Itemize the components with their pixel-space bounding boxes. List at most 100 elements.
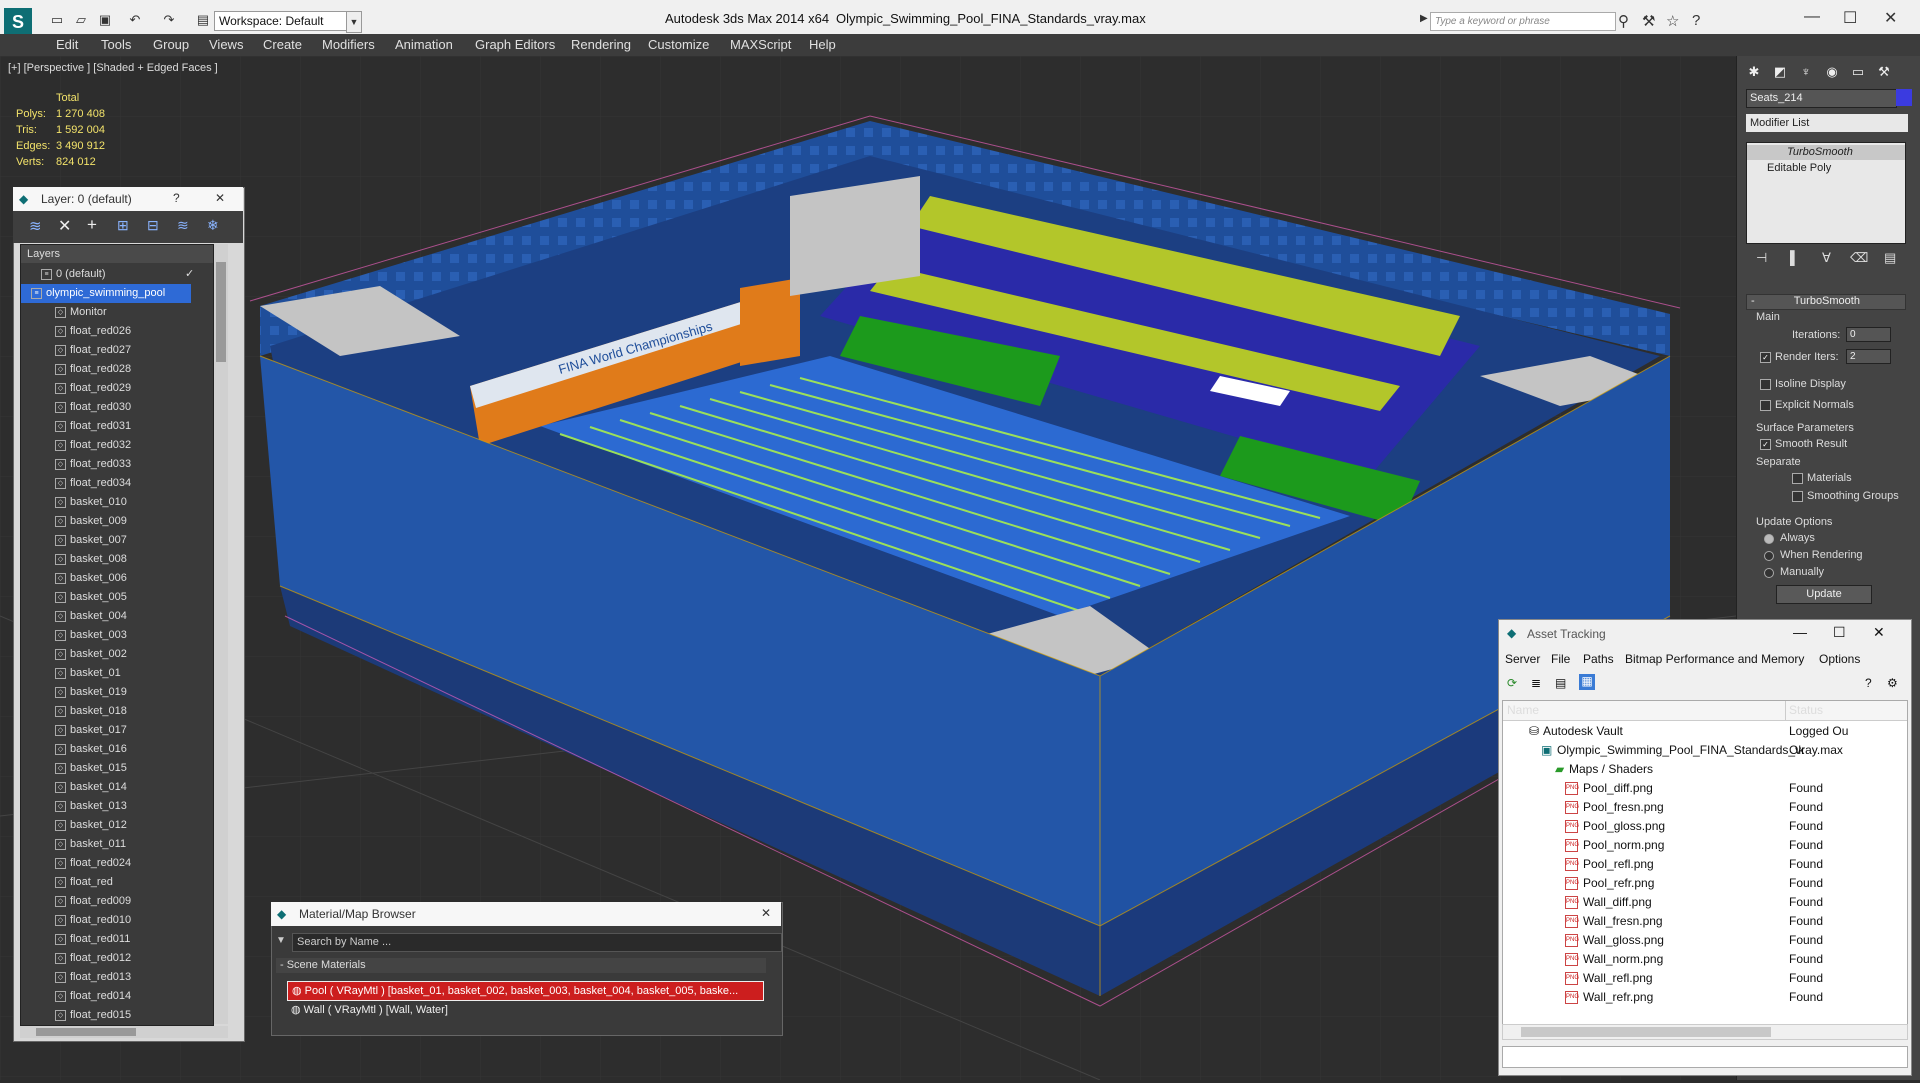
layer-object-row[interactable]: ◇ basket_017 bbox=[21, 721, 213, 740]
explicit-normals-checkbox[interactable] bbox=[1760, 400, 1771, 411]
help-icon[interactable]: ? bbox=[1865, 676, 1872, 690]
layer-object-row[interactable]: ◇ basket_009 bbox=[21, 512, 213, 531]
help-icon[interactable]: ? bbox=[173, 191, 180, 205]
menu-edit[interactable]: Edit bbox=[56, 37, 78, 52]
menu-rendering[interactable]: Rendering bbox=[571, 37, 631, 52]
isoline-checkbox[interactable] bbox=[1760, 379, 1771, 390]
asset-row-vault[interactable]: ⛁ Autodesk Vault Logged Ou bbox=[1503, 722, 1907, 741]
layers-column-header[interactable]: Layers bbox=[21, 245, 213, 263]
asset-row-file[interactable]: PNG Wall_refl.png Found bbox=[1503, 969, 1907, 988]
smoothing-groups-checkbox[interactable] bbox=[1792, 491, 1803, 502]
object-name-field[interactable]: Seats_214 bbox=[1746, 89, 1897, 108]
close-icon[interactable]: ✕ bbox=[1884, 8, 1897, 28]
asset-row-file[interactable]: PNG Pool_gloss.png Found bbox=[1503, 817, 1907, 836]
asset-menu-file[interactable]: File bbox=[1551, 652, 1570, 666]
layer-object-row[interactable]: ◇ float_red033 bbox=[21, 455, 213, 474]
menu-customize[interactable]: Customize bbox=[648, 37, 709, 52]
asset-row-file[interactable]: PNG Pool_fresn.png Found bbox=[1503, 798, 1907, 817]
add-to-layer-icon[interactable]: + bbox=[87, 215, 97, 235]
layer-object-row[interactable]: ◇ basket_002 bbox=[21, 645, 213, 664]
layer-object-row[interactable]: ◇ basket_019 bbox=[21, 683, 213, 702]
manually-radio[interactable] bbox=[1764, 568, 1774, 578]
asset-menu-paths[interactable]: Paths bbox=[1583, 652, 1614, 666]
maximize-icon[interactable]: ☐ bbox=[1833, 624, 1846, 641]
new-file-icon[interactable]: ▭ bbox=[48, 12, 66, 28]
menu-tools[interactable]: Tools bbox=[101, 37, 131, 52]
asset-menu-bitmap-performance[interactable]: Bitmap Performance and Memory bbox=[1625, 652, 1804, 666]
settings-icon[interactable]: ⚙ bbox=[1887, 676, 1898, 690]
favorites-star-icon[interactable]: ☆ bbox=[1666, 12, 1679, 30]
menu-group[interactable]: Group bbox=[153, 37, 189, 52]
layer-object-row[interactable]: ◇ float_red026 bbox=[21, 322, 213, 341]
update-button[interactable]: Update bbox=[1776, 585, 1872, 604]
when-rendering-radio[interactable] bbox=[1764, 551, 1774, 561]
column-status-header[interactable]: Status bbox=[1789, 703, 1823, 717]
help-icon[interactable]: ? bbox=[1692, 12, 1700, 29]
asset-row-file[interactable]: PNG Wall_refr.png Found bbox=[1503, 988, 1907, 1007]
save-icon[interactable]: ▣ bbox=[96, 12, 114, 28]
material-search-input[interactable]: Search by Name ... bbox=[292, 933, 782, 952]
refresh-icon[interactable]: ⟳ bbox=[1507, 676, 1517, 690]
material-item-wall[interactable]: ◍ Wall ( VRayMtl ) [Wall, Water] bbox=[287, 1001, 762, 1019]
scene-materials-header[interactable]: - Scene Materials bbox=[276, 958, 766, 973]
stack-item-turbosmooth[interactable]: TurboSmooth bbox=[1787, 146, 1853, 158]
menu-maxscript[interactable]: MAXScript bbox=[730, 37, 791, 52]
layer-object-row[interactable]: ◇ basket_012 bbox=[21, 816, 213, 835]
layer-object-row[interactable]: ◇ float_red034 bbox=[21, 474, 213, 493]
menu-views[interactable]: Views bbox=[209, 37, 243, 52]
redo-icon[interactable]: ↷ bbox=[160, 12, 178, 28]
search-expand-icon[interactable]: ▶ bbox=[1420, 13, 1428, 24]
close-icon[interactable]: ✕ bbox=[761, 906, 771, 920]
layer-object-row[interactable]: ◇ basket_018 bbox=[21, 702, 213, 721]
layer-row-selected[interactable]: ≡ olympic_swimming_pool bbox=[21, 284, 213, 303]
undo-icon[interactable]: ↶ bbox=[126, 12, 144, 28]
layer-object-row[interactable]: ◇ basket_008 bbox=[21, 550, 213, 569]
minimize-icon[interactable]: — bbox=[1793, 624, 1807, 640]
asset-row-file[interactable]: PNG Pool_refl.png Found bbox=[1503, 855, 1907, 874]
menu-create[interactable]: Create bbox=[263, 37, 302, 52]
hierarchy-tab-icon[interactable]: ♆ bbox=[1796, 62, 1816, 82]
layer-object-row[interactable]: ◇ float_red032 bbox=[21, 436, 213, 455]
layer-object-row[interactable]: ◇ basket_016 bbox=[21, 740, 213, 759]
pin-stack-icon[interactable]: ⊣ bbox=[1756, 250, 1767, 266]
scroll-thumb[interactable] bbox=[1521, 1027, 1771, 1037]
layer-object-row[interactable]: ◇ float_red031 bbox=[21, 417, 213, 436]
asset-hscrollbar[interactable] bbox=[1502, 1024, 1908, 1040]
menu-animation[interactable]: Animation bbox=[395, 37, 453, 52]
asset-row-file[interactable]: PNG Pool_norm.png Found bbox=[1503, 836, 1907, 855]
layer-object-row[interactable]: ◇ basket_014 bbox=[21, 778, 213, 797]
column-name-header[interactable]: Name bbox=[1507, 703, 1539, 717]
app-logo-icon[interactable]: S bbox=[4, 8, 32, 36]
asset-row-file[interactable]: PNG Wall_norm.png Found bbox=[1503, 950, 1907, 969]
display-tab-icon[interactable]: ▭ bbox=[1848, 62, 1868, 82]
stack-item-editable-poly[interactable]: Editable Poly bbox=[1767, 162, 1831, 174]
options-dropdown-icon[interactable]: ▼ bbox=[276, 935, 286, 946]
render-iters-spinner[interactable]: 2 bbox=[1846, 349, 1891, 364]
layer-object-row[interactable]: ◇ basket_005 bbox=[21, 588, 213, 607]
layer-hscrollbar[interactable] bbox=[20, 1026, 228, 1038]
asset-row-maps-folder[interactable]: ▰ Maps / Shaders bbox=[1503, 760, 1907, 779]
layer-object-row[interactable]: ◇ float_red030 bbox=[21, 398, 213, 417]
utilities-tab-icon[interactable]: ⚒ bbox=[1874, 62, 1894, 82]
object-color-swatch[interactable] bbox=[1896, 89, 1912, 106]
show-end-result-icon[interactable]: ▌ bbox=[1790, 250, 1799, 265]
search-input[interactable]: Type a keyword or phrase bbox=[1430, 12, 1616, 31]
menu-graph-editors[interactable]: Graph Editors bbox=[475, 37, 555, 52]
freeze-all-icon[interactable]: ❄ bbox=[207, 217, 219, 234]
asset-row-file[interactable]: PNG Wall_fresn.png Found bbox=[1503, 912, 1907, 931]
delete-layer-icon[interactable]: ✕ bbox=[58, 216, 71, 236]
minimize-icon[interactable]: — bbox=[1804, 8, 1820, 26]
create-tab-icon[interactable]: ✱ bbox=[1744, 62, 1764, 82]
turbosmooth-rollout-header[interactable]: - TurboSmooth bbox=[1746, 294, 1906, 310]
layer-object-row[interactable]: ◇ float_red013 bbox=[21, 968, 213, 987]
scroll-thumb[interactable] bbox=[36, 1028, 136, 1036]
select-objects-icon[interactable]: ⊞ bbox=[117, 217, 129, 234]
scroll-thumb[interactable] bbox=[216, 262, 226, 362]
asset-row-file[interactable]: PNG Pool_refr.png Found bbox=[1503, 874, 1907, 893]
asset-row-file[interactable]: PNG Pool_diff.png Found bbox=[1503, 779, 1907, 798]
project-folder-icon[interactable]: ▤ bbox=[194, 12, 212, 28]
layer-object-row[interactable]: ◇ basket_013 bbox=[21, 797, 213, 816]
material-item-pool[interactable]: ◍ Pool ( VRayMtl ) [basket_01, basket_00… bbox=[287, 981, 764, 1001]
asset-path-field[interactable] bbox=[1502, 1046, 1908, 1068]
layer-object-row[interactable]: ◇ basket_015 bbox=[21, 759, 213, 778]
